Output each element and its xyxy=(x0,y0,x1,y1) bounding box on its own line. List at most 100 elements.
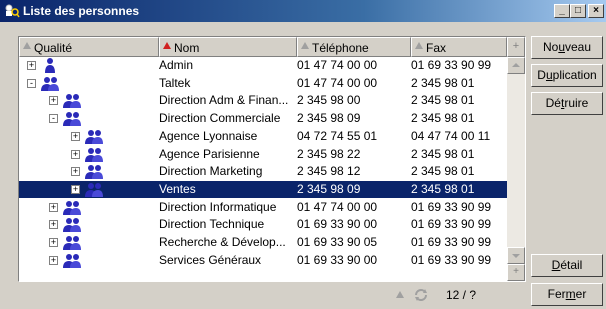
expand-node-icon[interactable]: + xyxy=(27,61,36,70)
collapse-node-icon[interactable]: - xyxy=(27,78,36,88)
cell-telephone: 01 47 74 00 00 xyxy=(297,75,378,90)
sort-arrow-icon xyxy=(301,42,309,49)
persons-list-window: Liste des personnes _ □ × Qualité Nom Té… xyxy=(0,0,606,309)
column-header-label: Fax xyxy=(426,41,447,55)
tree-row[interactable]: + Direction Technique 01 69 33 90 00 01 69 … xyxy=(19,216,507,233)
expand-node-icon[interactable]: + xyxy=(71,131,80,141)
cell-telephone: 2 345 98 22 xyxy=(297,146,361,161)
tree-row[interactable]: + Agence Lyonnaise 04 72 74 55 01 04 47 74 … xyxy=(19,128,507,145)
group-icon xyxy=(63,218,81,233)
sort-arrow-icon xyxy=(23,42,31,49)
cell-nom: Services Généraux xyxy=(159,252,262,267)
expand-node-icon[interactable]: + xyxy=(49,202,58,212)
cell-fax: 2 345 98 01 xyxy=(411,146,475,161)
cell-telephone: 01 47 74 00 00 xyxy=(297,58,378,72)
tree-row[interactable]: - Direction Commerciale 2 345 98 09 2 345 9… xyxy=(19,110,507,127)
tree-row[interactable]: + Agence Parisienne 2 345 98 22 2 345 98 01 xyxy=(19,146,507,163)
close-icon: × xyxy=(593,5,599,16)
cell-nom: Recherche & Dévelop... xyxy=(159,235,286,249)
cell-nom: Direction Adm & Finan... xyxy=(159,93,289,108)
cell-fax: 2 345 98 01 xyxy=(411,181,475,196)
button-label: Détruire xyxy=(545,96,589,110)
expand-node-icon[interactable]: + xyxy=(49,255,58,265)
group-icon xyxy=(63,112,81,127)
cell-fax: 2 345 98 01 xyxy=(411,164,475,179)
tree-row[interactable]: + Admin 01 47 74 00 00 01 69 33 90 99 xyxy=(19,57,507,74)
cell-fax: 04 47 74 00 11 xyxy=(411,128,491,143)
button-label: Duplication xyxy=(537,68,597,82)
delete-button[interactable]: Détruire xyxy=(531,92,603,115)
cell-telephone: 01 69 33 90 00 xyxy=(297,217,378,232)
tree-row[interactable]: + Ventes 2 345 98 09 2 345 98 01 xyxy=(19,180,507,198)
expand-node-icon[interactable]: + xyxy=(49,238,58,247)
column-header-fax[interactable]: Fax xyxy=(411,37,507,57)
duplicate-button[interactable]: Duplication xyxy=(531,64,603,87)
persons-tree-list[interactable]: Qualité Nom Téléphone Fax + + Admin 01 47 … xyxy=(18,36,526,282)
detail-button[interactable]: Détail xyxy=(531,254,603,277)
sort-arrow-icon xyxy=(163,42,171,49)
cell-telephone: 2 345 98 09 xyxy=(297,181,361,196)
group-icon xyxy=(41,76,59,91)
expand-node-icon[interactable]: + xyxy=(71,167,80,177)
group-icon xyxy=(85,147,103,162)
collapse-node-icon[interactable]: - xyxy=(49,114,58,124)
group-icon xyxy=(63,253,81,268)
cell-telephone: 04 72 74 55 01 xyxy=(297,128,378,143)
cell-fax: 2 345 98 01 xyxy=(411,111,475,126)
minimize-button[interactable]: _ xyxy=(554,4,570,18)
expand-node-icon[interactable]: + xyxy=(49,96,58,106)
cell-telephone: 2 345 98 12 xyxy=(297,164,361,179)
window-title: Liste des personnes xyxy=(23,4,140,18)
group-icon xyxy=(63,94,81,109)
minimize-icon: _ xyxy=(559,5,565,16)
cell-telephone: 2 345 98 00 xyxy=(297,93,361,108)
single-person-icon xyxy=(45,58,55,73)
column-header-qualite[interactable]: Qualité xyxy=(19,37,159,57)
column-header-label: Téléphone xyxy=(312,41,369,55)
button-label: Fermer xyxy=(547,287,587,301)
expand-node-icon[interactable]: + xyxy=(71,184,80,194)
group-icon xyxy=(85,129,103,144)
cell-nom: Agence Parisienne xyxy=(159,146,260,161)
expand-all-button[interactable]: + xyxy=(507,264,525,281)
group-icon xyxy=(63,236,81,250)
column-header-label: Qualité xyxy=(34,41,73,55)
scroll-up-icon xyxy=(512,63,520,67)
filter-arrow-icon[interactable] xyxy=(396,291,404,298)
scroll-down-button[interactable] xyxy=(507,247,525,264)
close-button[interactable]: × xyxy=(588,4,604,18)
tree-row[interactable]: + Recherche & Dévelop... 01 69 33 90 05 01 … xyxy=(19,234,507,251)
cell-fax: 2 345 98 01 xyxy=(411,75,475,90)
tree-row[interactable]: + Direction Marketing 2 345 98 12 2 345 98 … xyxy=(19,163,507,180)
expand-node-icon[interactable]: + xyxy=(49,220,58,230)
cell-nom: Admin xyxy=(159,58,194,72)
cell-fax: 01 69 33 90 99 xyxy=(411,235,492,249)
cell-nom: Taltek xyxy=(159,75,191,90)
tree-row[interactable]: + Direction Adm & Finan... 2 345 98 00 2 34… xyxy=(19,92,507,109)
status-bar: 12 / ? xyxy=(18,285,526,305)
cell-nom: Direction Technique xyxy=(159,217,265,232)
maximize-button[interactable]: □ xyxy=(570,4,586,18)
cell-fax: 01 69 33 90 99 xyxy=(411,199,492,214)
refresh-icon[interactable] xyxy=(412,287,430,303)
new-button[interactable]: Nouveau xyxy=(531,36,603,59)
tree-row[interactable]: + Direction Informatique 01 47 74 00 00 01 … xyxy=(19,199,507,216)
vertical-scrollbar[interactable]: + xyxy=(507,57,525,281)
cell-nom: Ventes xyxy=(159,181,196,196)
tree-row[interactable]: - Taltek 01 47 74 00 00 2 345 98 01 xyxy=(19,75,507,92)
tree-row[interactable]: + Services Généraux 01 69 33 90 00 01 69 33… xyxy=(19,252,507,269)
add-column-button[interactable]: + xyxy=(507,37,525,57)
cell-nom: Direction Informatique xyxy=(159,199,277,214)
column-header-nom[interactable]: Nom xyxy=(159,37,297,57)
group-icon xyxy=(63,200,81,215)
column-header-telephone[interactable]: Téléphone xyxy=(297,37,411,57)
cell-nom: Agence Lyonnaise xyxy=(159,128,258,143)
maximize-icon: □ xyxy=(574,5,582,16)
scroll-up-button[interactable] xyxy=(507,57,525,74)
column-header-label: Nom xyxy=(174,41,200,55)
record-counter: 12 / ? xyxy=(446,288,477,302)
cell-telephone: 2 345 98 09 xyxy=(297,111,361,126)
close-form-button[interactable]: Fermer xyxy=(531,283,603,306)
expand-node-icon[interactable]: + xyxy=(71,149,80,159)
title-bar[interactable]: Liste des personnes _ □ × xyxy=(0,0,606,22)
